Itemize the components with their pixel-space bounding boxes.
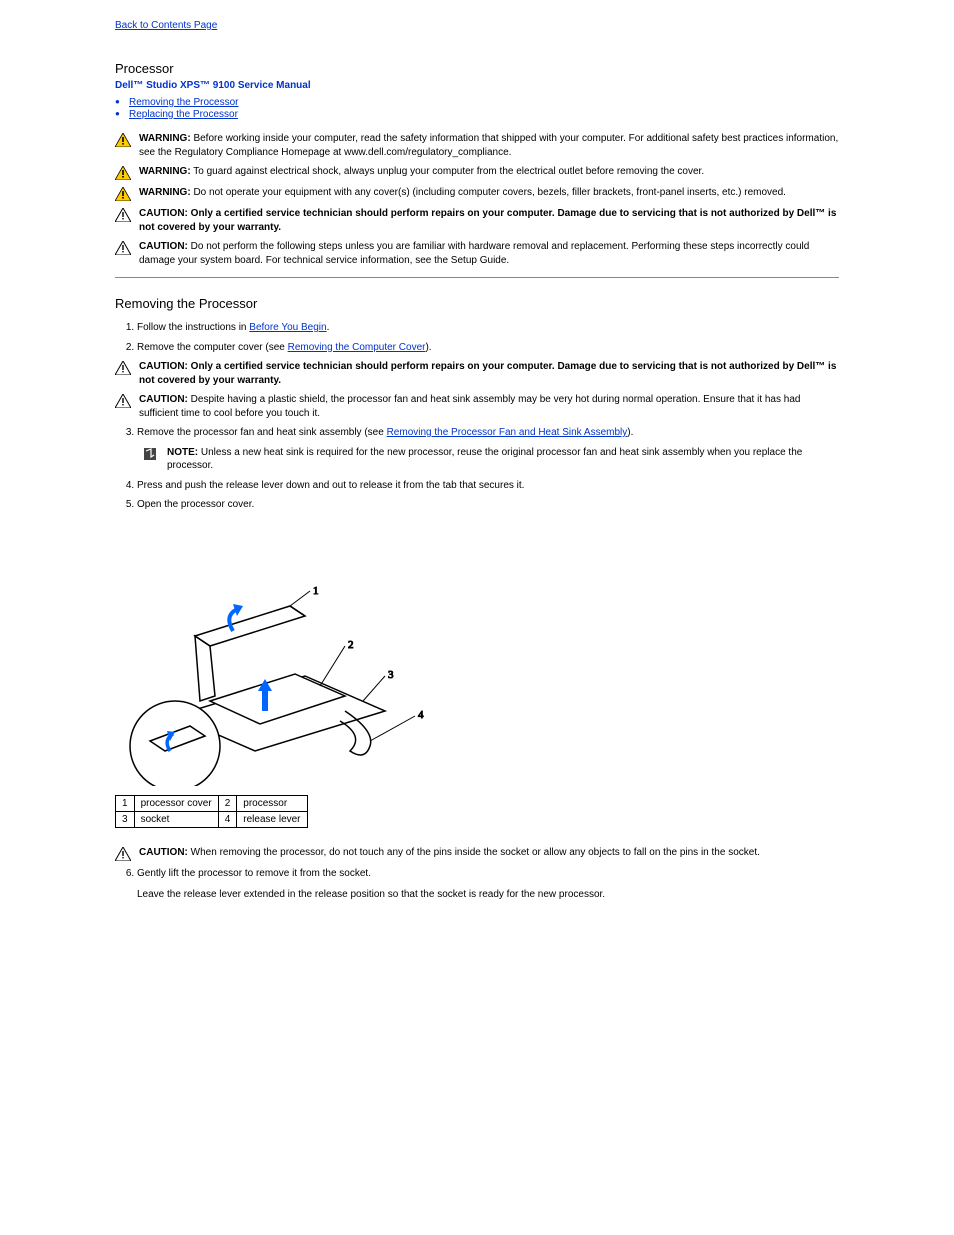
toc-list: Removing the Processor Replacing the Pro… [115, 97, 839, 120]
caution-hot: CAUTION: Despite having a plastic shield… [115, 393, 839, 420]
svg-text:1: 1 [313, 585, 319, 597]
step-3: Remove the processor fan and heat sink a… [137, 426, 839, 440]
note-reuse-heatsink: NOTE: Unless a new heat sink is required… [143, 446, 839, 473]
link-remove-fan-heatsink[interactable]: Removing the Processor Fan and Heat Sink… [387, 427, 628, 438]
step-1: Follow the instructions in Before You Be… [137, 321, 839, 335]
legend-num: 3 [116, 811, 135, 827]
divider [115, 277, 839, 278]
back-link[interactable]: Back to Contents Page [115, 20, 217, 31]
caution-text: CAUTION: Despite having a plastic shield… [139, 393, 839, 420]
section-heading-remove: Removing the Processor [115, 296, 839, 311]
toc-link-replace[interactable]: Replacing the Processor [129, 109, 238, 120]
toc-link-remove[interactable]: Removing the Processor [129, 97, 239, 108]
caution-icon [115, 207, 139, 222]
caution-familiar: CAUTION: Do not perform the following st… [115, 240, 839, 267]
nav-back: Back to Contents Page [115, 20, 839, 31]
legend-num: 4 [218, 811, 237, 827]
figure-processor-socket: 1 2 3 4 1 processor cover 2 processor 3 … [115, 536, 839, 828]
warning-covers: WARNING: Do not operate your equipment w… [115, 186, 839, 201]
step-2: Remove the computer cover (see Removing … [137, 341, 839, 355]
warning-text: WARNING: Before working inside your comp… [139, 132, 839, 159]
steps-list-cont: Remove the processor fan and heat sink a… [115, 426, 839, 440]
warning-icon [115, 132, 139, 147]
legend-num: 1 [116, 795, 135, 811]
legend-label: processor [237, 795, 307, 811]
warning-shock: WARNING: To guard against electrical sho… [115, 165, 839, 180]
caution-icon [115, 846, 139, 861]
caution-text: CAUTION: Only a certified service techni… [139, 207, 839, 234]
caution-technician-2: CAUTION: Only a certified service techni… [115, 360, 839, 387]
steps-list-cont3: Gently lift the processor to remove it f… [115, 867, 839, 902]
legend-num: 2 [218, 795, 237, 811]
caution-text: CAUTION: When removing the processor, do… [139, 846, 839, 860]
caution-text: CAUTION: Do not perform the following st… [139, 240, 839, 267]
note-icon [143, 446, 167, 461]
note-text: NOTE: Unless a new heat sink is required… [167, 446, 839, 473]
link-remove-cover[interactable]: Removing the Computer Cover [288, 342, 426, 353]
step-6: Gently lift the processor to remove it f… [137, 867, 839, 902]
svg-text:2: 2 [348, 639, 354, 651]
step-5: Open the processor cover. [137, 498, 839, 512]
warning-icon [115, 186, 139, 201]
warning-text: WARNING: Do not operate your equipment w… [139, 186, 839, 200]
warning-text: WARNING: To guard against electrical sho… [139, 165, 839, 179]
svg-text:3: 3 [388, 669, 394, 681]
warning-icon [115, 165, 139, 180]
figure-legend: 1 processor cover 2 processor 3 socket 4… [115, 795, 308, 828]
caution-text: CAUTION: Only a certified service techni… [139, 360, 839, 387]
caution-technician: CAUTION: Only a certified service techni… [115, 207, 839, 234]
toc-item: Removing the Processor [115, 97, 839, 108]
legend-label: release lever [237, 811, 307, 827]
caution-icon [115, 393, 139, 408]
step-4: Press and push the release lever down an… [137, 479, 839, 493]
page-title: Processor [115, 61, 839, 76]
caution-pins: CAUTION: When removing the processor, do… [115, 846, 839, 861]
caution-icon [115, 360, 139, 375]
link-before-you-begin[interactable]: Before You Begin [249, 322, 326, 333]
steps-list-cont2: Press and push the release lever down an… [115, 479, 839, 512]
toc-item: Replacing the Processor [115, 109, 839, 120]
caution-icon [115, 240, 139, 255]
legend-label: socket [134, 811, 218, 827]
svg-text:4: 4 [418, 709, 424, 721]
steps-list: Follow the instructions in Before You Be… [115, 321, 839, 354]
manual-subtitle: Dell™ Studio XPS™ 9100 Service Manual [115, 80, 839, 91]
legend-label: processor cover [134, 795, 218, 811]
warning-safety: WARNING: Before working inside your comp… [115, 132, 839, 159]
